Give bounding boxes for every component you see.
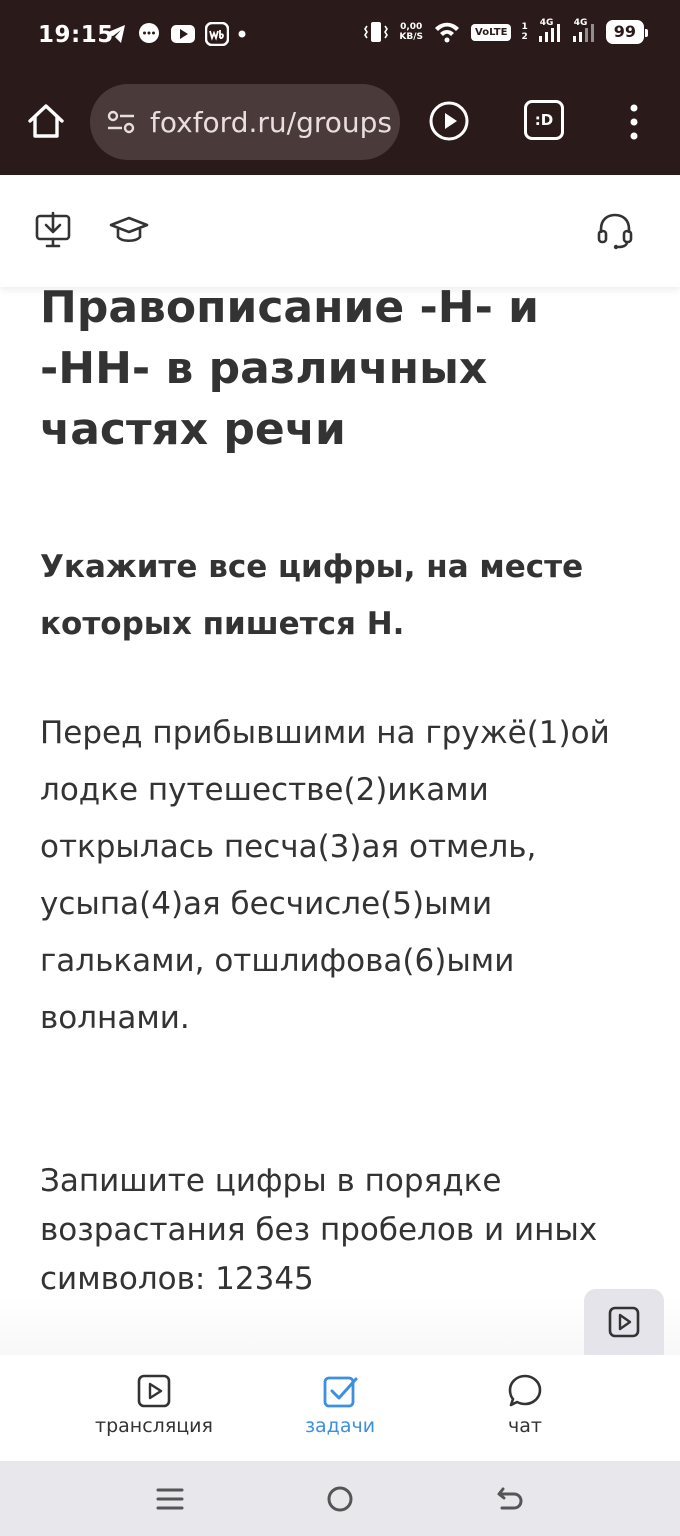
lesson-title: Правописание -Н- и -НН- в различных част… xyxy=(40,287,539,455)
task-instruction: Укажите все цифры, на месте которых пише… xyxy=(40,549,584,642)
system-status-icons: 0,00 KB/S VoLTE 1 2 4G 4G 99 xyxy=(363,18,649,44)
nav-tab-chat[interactable]: чат xyxy=(450,1373,600,1437)
more-menu-icon[interactable] xyxy=(624,100,644,144)
browser-toolbar: foxford.ru/groups :D xyxy=(0,82,680,162)
bottom-navigation: трансляция задачи чат xyxy=(0,1355,680,1461)
download-monitor-icon[interactable] xyxy=(32,209,74,251)
battery-indicator: 99 xyxy=(605,20,649,44)
floating-video-button[interactable] xyxy=(584,1289,664,1355)
home-icon[interactable] xyxy=(24,99,68,143)
dot-icon xyxy=(238,30,246,38)
youtube-icon xyxy=(171,25,195,43)
app-toolbar xyxy=(0,175,680,287)
play-square-icon xyxy=(608,1306,640,1338)
scroll-fade xyxy=(0,1295,680,1355)
status-bar: 19:15 0,00 KB/S VoLTE 1 2 4G 4G 99 xyxy=(0,0,680,76)
site-settings-icon[interactable] xyxy=(104,105,138,139)
system-navigation-bar xyxy=(0,1461,680,1536)
graduation-cap-icon[interactable] xyxy=(108,209,150,251)
net-speed: 0,00 KB/S xyxy=(399,22,424,42)
recent-apps-icon[interactable] xyxy=(154,1483,186,1515)
nav-tab-broadcast[interactable]: трансляция xyxy=(79,1373,229,1437)
nav-label: задачи xyxy=(304,1415,376,1437)
task-content: Правописание -Н- и -НН- в различных част… xyxy=(0,287,680,1355)
sim-numbers: 1 2 xyxy=(521,22,528,42)
nav-label: чат xyxy=(508,1415,542,1437)
back-icon[interactable] xyxy=(494,1483,526,1515)
signal-1: 4G xyxy=(538,18,562,44)
chat-bubble-icon xyxy=(508,1374,542,1407)
volte-badge: VoLTE xyxy=(471,23,512,41)
wildberries-icon xyxy=(205,22,229,46)
status-time: 19:15 xyxy=(38,22,114,48)
extension-button[interactable]: :D xyxy=(524,100,564,140)
vibrate-icon xyxy=(364,22,389,42)
home-circle-icon[interactable] xyxy=(324,1483,356,1515)
browser-chrome: 19:15 0,00 KB/S VoLTE 1 2 4G 4G 99 foxfo… xyxy=(0,0,680,175)
checkbox-icon xyxy=(323,1376,358,1408)
signal-2: 4G xyxy=(572,18,596,44)
address-bar[interactable]: foxford.ru/groups xyxy=(90,84,400,160)
messenger-icon xyxy=(139,23,159,43)
url-text: foxford.ru/groups xyxy=(150,105,392,139)
nav-tab-tasks[interactable]: задачи xyxy=(265,1373,415,1437)
play-circle-icon[interactable] xyxy=(428,100,470,142)
answer-format-hint: Запишите цифры в порядке возрастания без… xyxy=(40,1163,598,1297)
play-square-icon xyxy=(137,1374,171,1408)
task-sentence: Перед прибывшими на гружё(1)ой лодке пут… xyxy=(40,715,610,1036)
headset-support-icon[interactable] xyxy=(594,209,636,251)
telegram-icon xyxy=(106,25,125,43)
nav-label: трансляция xyxy=(95,1415,213,1437)
wifi-icon xyxy=(435,22,460,43)
notification-icons xyxy=(104,22,246,46)
